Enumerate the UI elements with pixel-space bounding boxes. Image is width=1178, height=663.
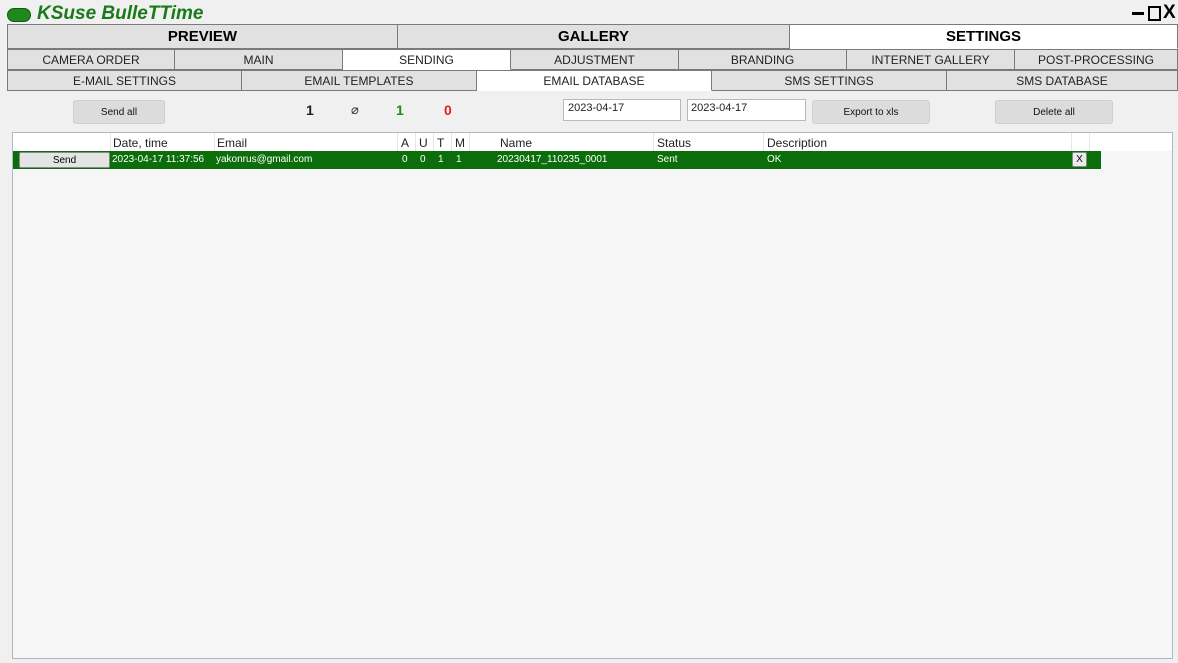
- tab-branding[interactable]: BRANDING: [679, 49, 847, 70]
- delete-all-button[interactable]: Delete all: [995, 100, 1113, 124]
- column-email[interactable]: Email: [217, 136, 247, 150]
- column-m[interactable]: M: [455, 136, 465, 150]
- failed-count: 0: [444, 102, 452, 118]
- minimize-icon[interactable]: [1130, 3, 1146, 23]
- email-database-table: Date, time Email A U T M Name Status Des…: [12, 132, 1173, 659]
- column-a[interactable]: A: [401, 136, 409, 150]
- row-u: 0: [420, 154, 426, 165]
- row-send-button[interactable]: Send: [19, 152, 110, 168]
- tab-main[interactable]: MAIN: [175, 49, 343, 70]
- column-u[interactable]: U: [419, 136, 428, 150]
- row-delete-button[interactable]: X: [1072, 152, 1087, 167]
- app-logo-icon: [7, 8, 31, 22]
- row-t: 1: [438, 154, 444, 165]
- maximize-icon[interactable]: [1146, 3, 1162, 23]
- tab-sms-database[interactable]: SMS DATABASE: [947, 70, 1178, 91]
- row-a: 0: [402, 154, 408, 165]
- column-status[interactable]: Status: [657, 136, 691, 150]
- row-email: yakonrus@gmail.com: [216, 154, 313, 165]
- row-datetime: 2023-04-17 11:37:56: [112, 154, 205, 165]
- row-description: OK: [767, 154, 782, 165]
- paperclip-icon: ⌀: [351, 103, 359, 118]
- title-bar: KSuse BulleTTime X: [0, 0, 1178, 24]
- date-to-field[interactable]: 2023-04-17: [687, 99, 806, 121]
- tab-settings[interactable]: SETTINGS: [790, 24, 1178, 49]
- tab-camera-order[interactable]: CAMERA ORDER: [7, 49, 175, 70]
- settings-tabs: CAMERA ORDER MAIN SENDING ADJUSTMENT BRA…: [7, 49, 1178, 70]
- main-tabs: PREVIEW GALLERY SETTINGS: [7, 24, 1178, 49]
- tab-email-settings[interactable]: E-MAIL SETTINGS: [7, 70, 242, 91]
- tab-preview[interactable]: PREVIEW: [7, 24, 398, 49]
- column-name[interactable]: Name: [500, 136, 532, 150]
- tab-email-database[interactable]: EMAIL DATABASE: [477, 70, 712, 91]
- column-t[interactable]: T: [437, 136, 444, 150]
- tab-gallery[interactable]: GALLERY: [398, 24, 790, 49]
- table-header: Date, time Email A U T M Name Status Des…: [13, 133, 1172, 151]
- tab-adjustment[interactable]: ADJUSTMENT: [511, 49, 679, 70]
- app-title: KSuse BulleTTime: [37, 3, 204, 24]
- export-xls-button[interactable]: Export to xls: [812, 100, 930, 124]
- total-count: 1: [306, 102, 314, 118]
- window-controls: X: [1130, 3, 1178, 23]
- row-m: 1: [456, 154, 462, 165]
- tab-internet-gallery[interactable]: INTERNET GALLERY: [847, 49, 1015, 70]
- send-all-button[interactable]: Send all: [73, 100, 165, 124]
- tab-post-processing[interactable]: POST-PROCESSING: [1015, 49, 1178, 70]
- close-icon[interactable]: X: [1163, 3, 1178, 23]
- tab-email-templates[interactable]: EMAIL TEMPLATES: [242, 70, 477, 91]
- date-from-field[interactable]: 2023-04-17: [563, 99, 681, 121]
- column-datetime[interactable]: Date, time: [113, 136, 168, 150]
- row-name: 20230417_110235_0001: [497, 154, 608, 165]
- tab-sending[interactable]: SENDING: [343, 49, 511, 70]
- table-row[interactable]: Send 2023-04-17 11:37:56 yakonrus@gmail.…: [13, 151, 1101, 169]
- sent-count: 1: [396, 102, 404, 118]
- tab-sms-settings[interactable]: SMS SETTINGS: [712, 70, 947, 91]
- column-description[interactable]: Description: [767, 136, 827, 150]
- row-status: Sent: [657, 154, 678, 165]
- sending-tabs: E-MAIL SETTINGS EMAIL TEMPLATES EMAIL DA…: [7, 70, 1178, 91]
